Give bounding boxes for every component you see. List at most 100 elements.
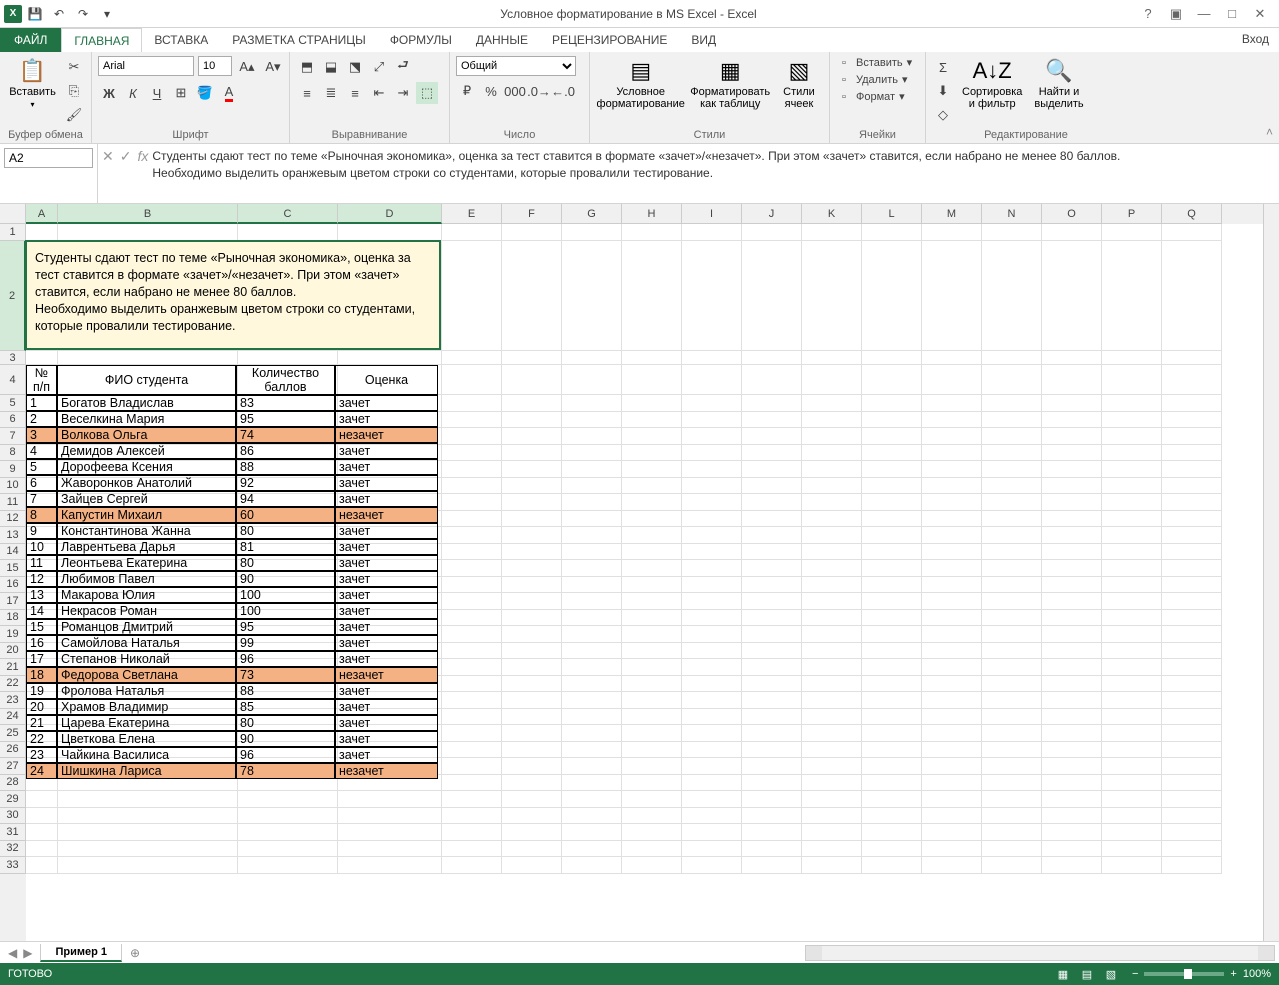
border-icon[interactable]: ⊞ [170, 82, 192, 104]
table-cell[interactable]: Константинова Жанна [57, 523, 236, 539]
col-header-G[interactable]: G [562, 204, 622, 224]
underline-icon[interactable]: Ч [146, 82, 168, 104]
col-header-B[interactable]: B [58, 204, 238, 224]
table-cell[interactable]: 19 [26, 683, 57, 699]
row-header-23[interactable]: 23 [0, 692, 26, 709]
table-header[interactable]: Оценка [335, 365, 438, 395]
table-cell[interactable]: 9 [26, 523, 57, 539]
table-cell[interactable]: зачет [335, 443, 438, 459]
increase-indent-icon[interactable]: ⇥ [392, 82, 414, 104]
table-cell[interactable]: 6 [26, 475, 57, 491]
row-header-22[interactable]: 22 [0, 676, 26, 693]
table-cell[interactable]: Шишкина Лариса [57, 763, 236, 779]
table-cell[interactable]: 1 [26, 395, 57, 411]
table-cell[interactable]: Цветкова Елена [57, 731, 236, 747]
cancel-formula-icon[interactable]: ✕ [102, 148, 114, 165]
row-header-9[interactable]: 9 [0, 461, 26, 478]
row-header-20[interactable]: 20 [0, 643, 26, 660]
table-cell[interactable]: 60 [236, 507, 335, 523]
redo-icon[interactable]: ↷ [72, 3, 94, 25]
align-bottom-icon[interactable]: ⬔ [344, 56, 366, 78]
table-cell[interactable]: зачет [335, 603, 438, 619]
row-header-11[interactable]: 11 [0, 494, 26, 511]
insert-cells-button[interactable]: ▫Вставить ▾ [836, 56, 912, 69]
find-select-button[interactable]: 🔍Найти и выделить [1030, 56, 1087, 112]
merged-note-cell[interactable]: Студенты сдают тест по теме «Рыночная эк… [26, 241, 440, 349]
table-cell[interactable]: незачет [335, 427, 438, 443]
row-header-1[interactable]: 1 [0, 224, 26, 241]
table-cell[interactable]: зачет [335, 619, 438, 635]
row-headers[interactable]: 1234567891011121314151617181920212223242… [0, 224, 26, 941]
table-cell[interactable]: Богатов Владислав [57, 395, 236, 411]
orientation-icon[interactable]: ⤢ [368, 56, 390, 78]
sheet-nav-prev-icon[interactable]: ◀ [8, 946, 17, 960]
col-header-O[interactable]: O [1042, 204, 1102, 224]
delete-cells-button[interactable]: ▫Удалить ▾ [836, 73, 908, 86]
col-header-A[interactable]: A [26, 204, 58, 224]
tab-разметка страницы[interactable]: РАЗМЕТКА СТРАНИЦЫ [220, 28, 378, 52]
table-cell[interactable]: зачет [335, 635, 438, 651]
align-center-icon[interactable]: ≣ [320, 82, 342, 104]
table-cell[interactable]: Царева Екатерина [57, 715, 236, 731]
row-header-14[interactable]: 14 [0, 544, 26, 561]
table-cell[interactable]: зачет [335, 395, 438, 411]
table-cell[interactable]: зачет [335, 555, 438, 571]
table-header[interactable]: Количество баллов [236, 365, 335, 395]
table-cell[interactable]: Некрасов Роман [57, 603, 236, 619]
tab-рецензирование[interactable]: РЕЦЕНЗИРОВАНИЕ [540, 28, 679, 52]
table-cell[interactable]: 88 [236, 459, 335, 475]
table-header[interactable]: № п/п [26, 365, 57, 395]
row-header-24[interactable]: 24 [0, 709, 26, 726]
wrap-text-icon[interactable]: ⮐ [392, 56, 414, 78]
comma-icon[interactable]: 000 [504, 80, 526, 102]
table-cell[interactable]: 86 [236, 443, 335, 459]
table-cell[interactable]: 8 [26, 507, 57, 523]
table-cell[interactable]: Жаворонков Анатолий [57, 475, 236, 491]
table-cell[interactable]: зачет [335, 699, 438, 715]
fill-color-icon[interactable]: 🪣 [194, 82, 216, 104]
table-cell[interactable]: Романцов Дмитрий [57, 619, 236, 635]
table-cell[interactable]: Фролова Наталья [57, 683, 236, 699]
row-header-32[interactable]: 32 [0, 841, 26, 858]
row-header-4[interactable]: 4 [0, 365, 26, 395]
format-as-table-button[interactable]: ▦Форматировать как таблицу [689, 56, 771, 112]
copy-icon[interactable]: ⎘ [63, 80, 85, 102]
table-cell[interactable]: Лаврентьева Дарья [57, 539, 236, 555]
col-header-M[interactable]: M [922, 204, 982, 224]
sort-filter-button[interactable]: A↓ZСортировка и фильтр [958, 56, 1026, 112]
col-header-H[interactable]: H [622, 204, 682, 224]
table-header[interactable]: ФИО студента [57, 365, 236, 395]
table-cell[interactable]: зачет [335, 587, 438, 603]
accept-formula-icon[interactable]: ✓ [120, 148, 132, 165]
table-cell[interactable]: зачет [335, 411, 438, 427]
col-header-D[interactable]: D [338, 204, 442, 224]
row-header-28[interactable]: 28 [0, 775, 26, 792]
table-cell[interactable]: Федорова Светлана [57, 667, 236, 683]
formula-text[interactable]: Студенты сдают тест по теме «Рыночная эк… [152, 144, 1279, 203]
qat-customize-icon[interactable]: ▾ [96, 3, 118, 25]
table-cell[interactable]: 90 [236, 731, 335, 747]
table-cell[interactable]: Макарова Юлия [57, 587, 236, 603]
table-cell[interactable]: 96 [236, 651, 335, 667]
file-tab[interactable]: ФАЙЛ [0, 28, 61, 52]
table-cell[interactable]: Дорофеева Ксения [57, 459, 236, 475]
row-header-13[interactable]: 13 [0, 527, 26, 544]
col-header-P[interactable]: P [1102, 204, 1162, 224]
col-header-J[interactable]: J [742, 204, 802, 224]
table-cell[interactable]: Демидов Алексей [57, 443, 236, 459]
fill-icon[interactable]: ⬇ [932, 80, 954, 102]
normal-view-icon[interactable]: ▦ [1052, 965, 1074, 983]
table-cell[interactable]: 78 [236, 763, 335, 779]
row-header-27[interactable]: 27 [0, 758, 26, 775]
row-header-5[interactable]: 5 [0, 395, 26, 412]
table-cell[interactable]: 21 [26, 715, 57, 731]
table-cell[interactable]: 94 [236, 491, 335, 507]
table-cell[interactable]: 80 [236, 523, 335, 539]
align-right-icon[interactable]: ≡ [344, 82, 366, 104]
row-header-29[interactable]: 29 [0, 791, 26, 808]
ribbon-options-icon[interactable]: ▣ [1163, 3, 1189, 25]
increase-font-icon[interactable]: A▴ [236, 56, 258, 78]
column-headers[interactable]: ABCDEFGHIJKLMNOPQ [26, 204, 1263, 224]
zoom-in-icon[interactable]: + [1230, 968, 1236, 980]
table-cell[interactable]: зачет [335, 571, 438, 587]
